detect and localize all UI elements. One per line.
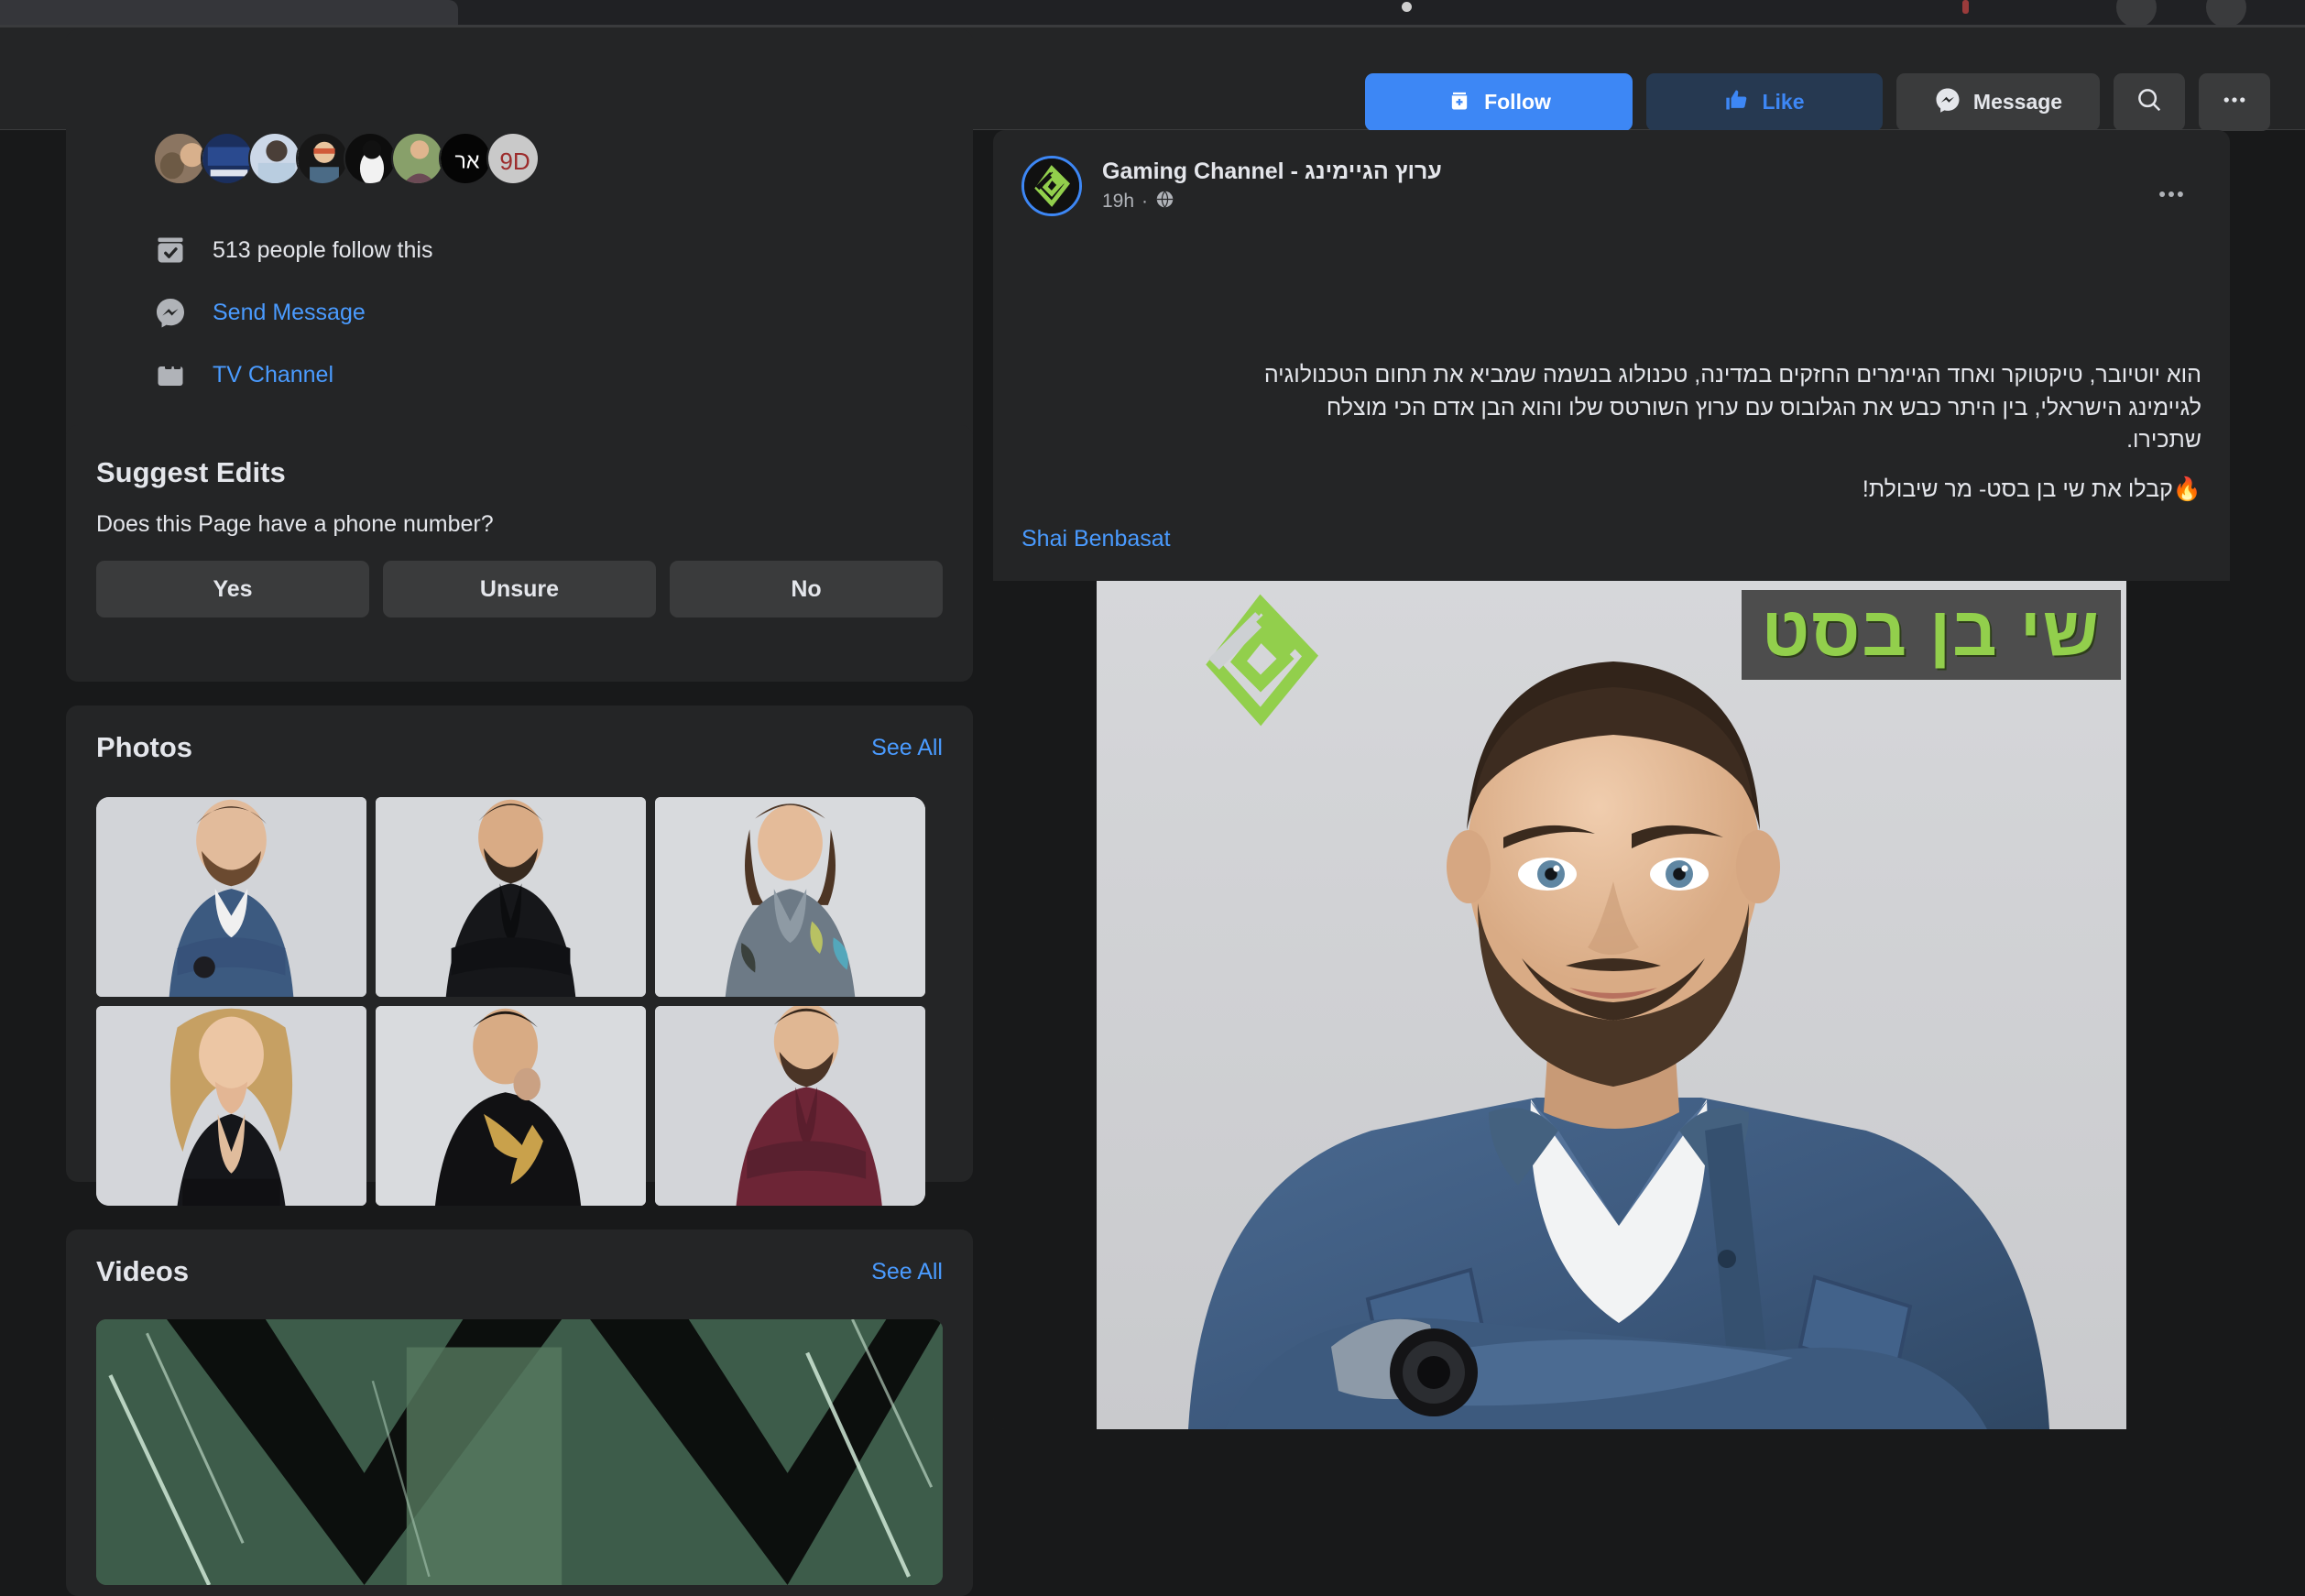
send-message-row[interactable]: Send Message: [153, 295, 366, 330]
post-author-avatar[interactable]: [1021, 156, 1082, 216]
media-name-banner: שי בן בסט: [1742, 590, 2121, 680]
chrome-profile-circle-a[interactable]: [2116, 0, 2157, 27]
post-timestamp[interactable]: 19h: [1102, 191, 1134, 213]
follower-avatar[interactable]: [391, 132, 444, 185]
photo-thumbnail[interactable]: [96, 1006, 366, 1206]
send-message-link[interactable]: Send Message: [213, 300, 366, 326]
post-header: Gaming Channel - ערוץ הגיימינג 19h ·: [1021, 156, 1442, 216]
media-banner-text: שי בן בסט: [1762, 593, 2101, 671]
post-meta-separator: ·: [1142, 191, 1149, 213]
chrome-notification-dot: [1962, 0, 1969, 14]
post-menu-button[interactable]: [2146, 169, 2197, 220]
post-tagged-person-link[interactable]: Shai Benbasat: [1021, 526, 1171, 552]
suggest-edits-title: Suggest Edits: [96, 456, 286, 488]
suggest-no-button[interactable]: No: [670, 561, 943, 618]
globe-icon: [1155, 190, 1174, 214]
post-body-line: הוא יוטיובר, טיקטוקר ואחד הגיימרים החזקי…: [1263, 362, 2201, 388]
svg-text:9D: 9D: [499, 148, 530, 175]
suggest-unsure-button[interactable]: Unsure: [383, 561, 656, 618]
chrome-indicator-dot: [1402, 2, 1412, 12]
photo-thumbnail[interactable]: [655, 1006, 925, 1206]
follow-plus-icon: [1447, 87, 1472, 118]
followers-row: 513 people follow this: [153, 233, 432, 268]
post-media[interactable]: שי בן בסט: [993, 581, 2230, 1429]
follower-avatar[interactable]: אר: [439, 132, 492, 185]
videos-title: Videos: [96, 1255, 190, 1287]
photo-thumbnail[interactable]: [655, 797, 925, 997]
post-author-name[interactable]: Gaming Channel - ערוץ הגיימינג: [1102, 158, 1442, 186]
videos-see-all-link[interactable]: See All: [871, 1259, 943, 1285]
post-meta: 19h ·: [1102, 190, 1442, 214]
post-body-line: לגיימינג הישראלי, בין היתר כבש את הגלובו…: [1326, 394, 2201, 421]
suggest-yes-button[interactable]: Yes: [96, 561, 369, 618]
thumbs-up-icon: [1724, 87, 1750, 118]
browser-tab[interactable]: [0, 0, 458, 26]
followers-check-icon: [153, 233, 188, 268]
follower-avatar[interactable]: [201, 132, 254, 185]
follower-avatar[interactable]: [344, 132, 397, 185]
post-cta-text: 🔥קבלו את שי בן בסט- מר שיבולת!: [1862, 476, 2201, 502]
tv-channel-row[interactable]: TV Channel: [153, 357, 333, 392]
post-body-line: שתכירו.: [2126, 427, 2201, 453]
post-card: Gaming Channel - ערוץ הגיימינג 19h · הוא…: [993, 130, 2230, 1429]
messenger-icon: [153, 295, 188, 330]
follow-button-label: Follow: [1484, 90, 1551, 114]
videos-card-header: Videos See All: [96, 1255, 943, 1288]
tv-channel-link[interactable]: TV Channel: [213, 362, 333, 388]
messenger-icon: [1934, 86, 1961, 119]
follower-avatar[interactable]: 9D: [486, 132, 540, 185]
suggest-edits-question: Does this Page have a phone number?: [96, 511, 494, 537]
post-body-text: הוא יוטיובר, טיקטוקר ואחד הגיימרים החזקי…: [1021, 359, 2201, 457]
header-actions: Follow Like Message: [1365, 73, 2270, 131]
follower-avatar[interactable]: [296, 132, 349, 185]
gaming-channel-logo-icon: [1024, 159, 1079, 213]
message-button[interactable]: Message: [1896, 73, 2100, 131]
suggest-edits-card: Suggest Edits Does this Page have a phon…: [66, 425, 973, 682]
post-author-block: Gaming Channel - ערוץ הגיימינג 19h ·: [1102, 158, 1442, 213]
like-button-label: Like: [1762, 90, 1805, 114]
follower-avatar[interactable]: [153, 132, 206, 185]
gaming-channel-logo-watermark: [1192, 590, 1329, 727]
photos-card-header: Photos See All: [96, 731, 943, 764]
photo-thumbnail[interactable]: [96, 797, 366, 997]
post-media-image: שי בן בסט: [1097, 581, 2126, 1429]
search-button[interactable]: [2114, 73, 2185, 131]
video-thumbnail[interactable]: [96, 1319, 943, 1585]
photo-thumbnail[interactable]: [376, 1006, 646, 1206]
suggest-edits-buttons: Yes Unsure No: [96, 561, 943, 618]
follower-avatar[interactable]: [248, 132, 301, 185]
browser-chrome: [0, 0, 2305, 27]
left-sidebar: אר 9D 513 people follow this Send Messag…: [66, 29, 973, 1596]
ellipsis-icon: [2159, 191, 2183, 197]
photos-grid: [96, 797, 925, 1206]
videos-card: Videos See All: [66, 1230, 973, 1596]
follower-count-text: 513 people follow this: [213, 236, 433, 263]
message-button-label: Message: [1972, 90, 2063, 114]
photos-title: Photos: [96, 731, 193, 763]
chrome-profile-circle-b[interactable]: [2206, 0, 2246, 27]
follower-avatar-row[interactable]: אר 9D: [153, 132, 540, 185]
svg-text:אר: אר: [455, 149, 480, 173]
search-icon: [2136, 86, 2163, 119]
photos-see-all-link[interactable]: See All: [871, 735, 943, 761]
like-button[interactable]: Like: [1646, 73, 1883, 131]
photo-thumbnail[interactable]: [376, 797, 646, 997]
photos-card: Photos See All: [66, 705, 973, 1206]
follow-button[interactable]: Follow: [1365, 73, 1633, 131]
more-options-button[interactable]: [2199, 73, 2270, 131]
ellipsis-icon: [2221, 86, 2248, 119]
tv-category-icon: [153, 357, 188, 392]
